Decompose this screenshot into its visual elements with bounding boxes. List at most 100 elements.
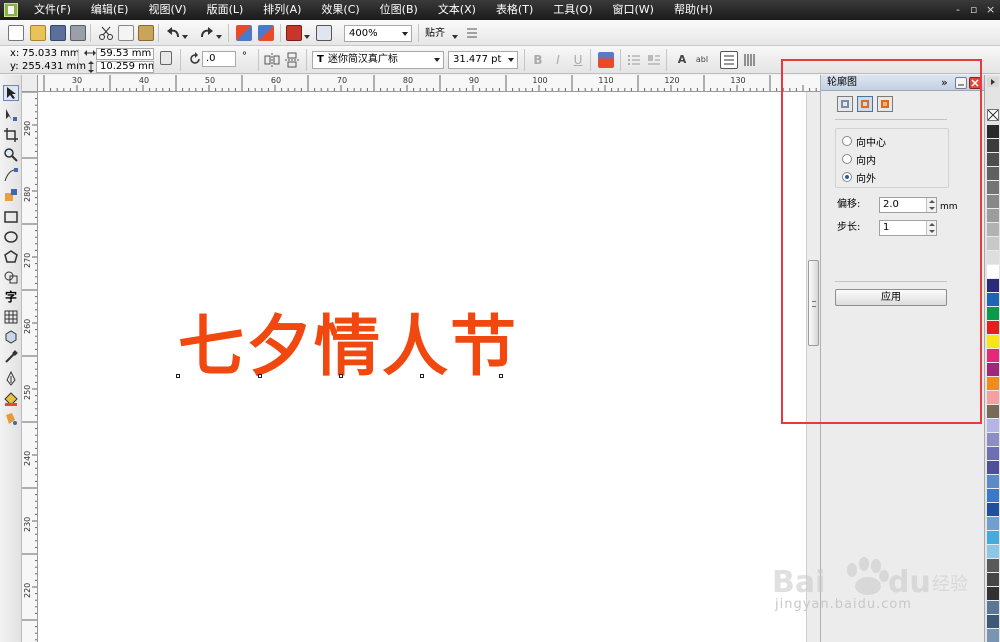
application-launcher-icon[interactable] [286, 25, 302, 41]
palette-swatch[interactable] [987, 629, 999, 642]
font-family-select[interactable]: T 迷你简汉真广标 [312, 51, 444, 69]
palette-swatch[interactable] [987, 405, 999, 419]
palette-swatch[interactable] [987, 279, 999, 293]
palette-swatch[interactable] [987, 125, 999, 139]
palette-swatch[interactable] [987, 545, 999, 559]
snap-to-label[interactable]: 贴齐 [425, 28, 445, 40]
bullet-list-icon[interactable] [626, 52, 642, 68]
palette-swatch[interactable] [987, 293, 999, 307]
menu-bitmaps[interactable]: 位图(B) [370, 0, 428, 20]
menu-table[interactable]: 表格(T) [486, 0, 543, 20]
crop-tool-icon[interactable] [3, 127, 19, 143]
outline-pen-tool-icon[interactable] [3, 370, 19, 387]
minimize-icon[interactable]: - [956, 2, 960, 18]
palette-swatch[interactable] [987, 237, 999, 251]
palette-swatch[interactable] [987, 223, 999, 237]
palette-swatch[interactable] [987, 209, 999, 223]
menu-file[interactable]: 文件(F) [24, 0, 81, 20]
drawing-canvas[interactable]: 七夕情人节 [38, 92, 806, 642]
palette-swatch[interactable] [987, 251, 999, 265]
underline-icon[interactable]: U [570, 52, 586, 68]
ellipse-tool-icon[interactable] [3, 229, 19, 245]
snap-dropdown-icon[interactable] [452, 30, 458, 39]
copy-icon[interactable] [118, 25, 134, 41]
rectangle-tool-icon[interactable] [3, 209, 19, 225]
restore-icon[interactable]: ▫ [970, 2, 977, 18]
palette-swatch[interactable] [987, 559, 999, 573]
bold-icon[interactable]: B [530, 52, 546, 68]
palette-swatch[interactable] [987, 419, 999, 433]
width-field[interactable]: 59.53 mm [96, 48, 154, 60]
mirror-horizontal-icon[interactable] [264, 52, 280, 68]
freehand-tool-icon[interactable] [3, 167, 19, 183]
palette-swatch[interactable] [987, 531, 999, 545]
basic-shapes-tool-icon[interactable] [3, 269, 19, 285]
palette-swatch[interactable] [987, 265, 999, 279]
horizontal-ruler[interactable]: 30 40 50 60 70 80 90 100 110 120 130 [38, 75, 820, 92]
palette-swatch[interactable] [987, 601, 999, 615]
palette-scroll-up-icon[interactable] [987, 77, 999, 87]
canvas-text-object[interactable]: 七夕情人节 [178, 310, 518, 384]
app-icon[interactable] [4, 3, 18, 17]
palette-swatch[interactable] [987, 587, 999, 601]
interactive-effects-tool-icon[interactable] [3, 329, 19, 345]
palette-swatch[interactable] [987, 447, 999, 461]
palette-swatch[interactable] [987, 363, 999, 377]
ruler-origin[interactable] [22, 75, 38, 92]
mirror-vertical-icon[interactable] [284, 52, 300, 68]
text-alignment-icon[interactable] [598, 52, 614, 68]
palette-swatch[interactable] [987, 377, 999, 391]
open-folder-icon[interactable] [30, 25, 46, 41]
smart-fill-tool-icon[interactable] [3, 187, 19, 203]
redo-dropdown-icon[interactable] [216, 30, 222, 39]
import-icon[interactable] [236, 25, 252, 41]
menu-arrange[interactable]: 排列(A) [253, 0, 311, 20]
zoom-tool-icon[interactable] [3, 147, 19, 163]
palette-swatch[interactable] [987, 349, 999, 363]
close-icon[interactable]: × [986, 2, 995, 18]
print-icon[interactable] [70, 25, 86, 41]
palette-swatch[interactable] [987, 433, 999, 447]
welcome-screen-icon[interactable] [316, 25, 332, 41]
undo-icon[interactable] [166, 25, 182, 41]
node-handle[interactable] [176, 374, 180, 378]
menu-window[interactable]: 窗口(W) [603, 0, 664, 20]
palette-swatch[interactable] [987, 517, 999, 531]
interactive-fill-tool-icon[interactable] [3, 411, 19, 427]
menu-edit[interactable]: 编辑(E) [81, 0, 139, 20]
palette-swatch[interactable] [987, 475, 999, 489]
palette-swatch[interactable] [987, 615, 999, 629]
palette-swatch[interactable] [987, 153, 999, 167]
no-color-swatch[interactable] [987, 109, 999, 121]
menu-layout[interactable]: 版面(L) [197, 0, 254, 20]
palette-swatch[interactable] [987, 167, 999, 181]
horizontal-text-icon[interactable] [720, 51, 738, 69]
polygon-tool-icon[interactable] [3, 249, 19, 265]
y-position-field[interactable]: 255.431 mm [22, 61, 86, 73]
palette-swatch[interactable] [987, 503, 999, 517]
undo-dropdown-icon[interactable] [182, 30, 188, 39]
zoom-level-select[interactable]: 400% [344, 25, 412, 42]
shape-tool-icon[interactable] [3, 107, 19, 123]
menu-tools[interactable]: 工具(O) [543, 0, 602, 20]
palette-swatch[interactable] [987, 181, 999, 195]
menu-effects[interactable]: 效果(C) [311, 0, 369, 20]
options-icon[interactable] [464, 25, 480, 41]
drop-cap-icon[interactable] [646, 52, 662, 68]
italic-icon[interactable]: I [550, 52, 566, 68]
menu-text[interactable]: 文本(X) [428, 0, 486, 20]
text-tool-icon[interactable]: 字 [3, 289, 19, 305]
lock-ratio-icon[interactable] [160, 51, 172, 65]
pick-tool-icon[interactable] [3, 85, 19, 101]
table-tool-icon[interactable] [3, 309, 19, 325]
cut-icon[interactable] [98, 25, 114, 41]
paste-icon[interactable] [138, 25, 154, 41]
x-position-field[interactable]: 75.033 mm [22, 48, 80, 60]
launcher-dropdown-icon[interactable] [304, 30, 310, 39]
menu-view[interactable]: 视图(V) [138, 0, 196, 20]
menu-help[interactable]: 帮助(H) [664, 0, 723, 20]
palette-swatch[interactable] [987, 573, 999, 587]
save-icon[interactable] [50, 25, 66, 41]
edit-text-icon[interactable]: abl [694, 52, 710, 68]
palette-swatch[interactable] [987, 489, 999, 503]
